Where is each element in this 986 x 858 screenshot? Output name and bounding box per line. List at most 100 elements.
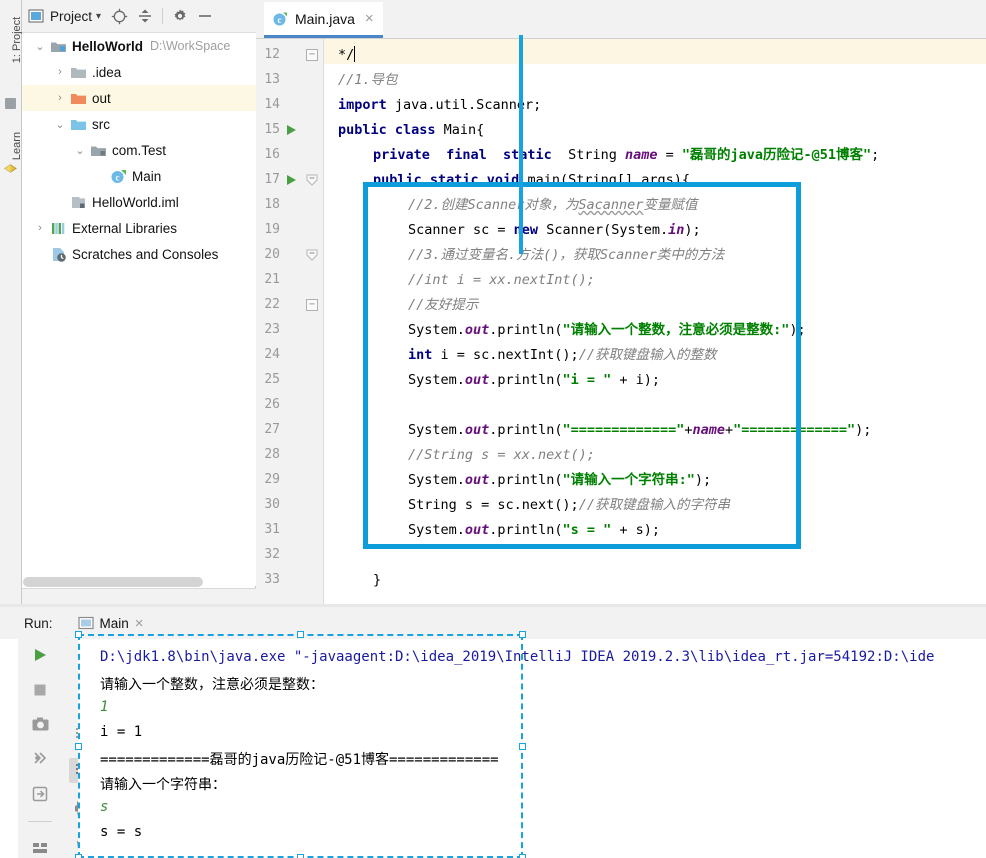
tree-row-helloworld[interactable]: ⌄ HelloWorld D:\WorkSpace xyxy=(22,33,256,59)
console-output[interactable]: D:\jdk1.8\bin\java.exe "-javaagent:D:\id… xyxy=(78,639,986,858)
gutter-lines: 12 − 13 14 15 16 17 18 19 20 21 22 − 23 24 25 26 27 28 29 30… xyxy=(256,39,324,604)
close-icon[interactable]: × xyxy=(135,615,144,632)
code-token: "i = " xyxy=(562,372,612,388)
tree-row-scratches-and-consoles[interactable]: Scratches and Consoles xyxy=(22,241,256,267)
layout-icon[interactable] xyxy=(27,837,53,858)
chevron-down-icon[interactable]: ⌄ xyxy=(52,118,68,131)
code-token: System. xyxy=(408,422,465,438)
export-icon[interactable] xyxy=(27,784,53,805)
line-number: 23 xyxy=(264,322,280,337)
hide-panel-icon[interactable] xyxy=(197,8,213,24)
gutter-line-13[interactable]: 13 xyxy=(256,68,324,93)
console-line: 1 xyxy=(100,699,109,715)
selection-handle-bm[interactable] xyxy=(297,854,304,858)
gutter-line-12[interactable]: 12 − xyxy=(256,43,324,68)
folder-icon-blue xyxy=(68,116,88,133)
code-line-25: System.out.println("i = " + i); xyxy=(408,368,660,393)
chevron-right-icon[interactable]: › xyxy=(52,92,68,104)
project-panel-footer xyxy=(22,588,256,604)
tree-row-external-libraries[interactable]: › External Libraries xyxy=(22,215,256,241)
code-token: ); xyxy=(789,322,806,338)
tab-main-java[interactable]: c Main.java × xyxy=(264,2,383,38)
toggle-tasks-icon[interactable] xyxy=(27,749,53,770)
line-number: 22 xyxy=(264,297,280,312)
module-icon xyxy=(48,38,68,55)
gutter-line-30[interactable]: 30 xyxy=(256,493,324,518)
code-token: name xyxy=(624,147,658,163)
fold-collapse-icon[interactable]: − xyxy=(306,49,318,61)
tree-item-label: .idea xyxy=(92,64,122,80)
tree-row-helloworld-iml[interactable]: HelloWorld.iml xyxy=(22,189,256,215)
rerun-icon[interactable] xyxy=(27,645,53,666)
tree-item-label: Scratches and Consoles xyxy=(72,246,219,262)
project-view-icon[interactable] xyxy=(28,8,44,24)
gutter-line-18[interactable]: 18 xyxy=(256,193,324,218)
selection-handle-mr[interactable] xyxy=(519,743,526,750)
gutter-line-21[interactable]: 21 xyxy=(256,268,324,293)
gutter-line-24[interactable]: 24 xyxy=(256,343,324,368)
line-number: 24 xyxy=(264,347,280,362)
selection-handle-tr[interactable] xyxy=(519,631,526,638)
gutter-line-27[interactable]: 27 xyxy=(256,418,324,443)
gutter-line-19[interactable]: 19 xyxy=(256,218,324,243)
chevron-down-icon[interactable]: ⌄ xyxy=(32,40,48,53)
learn-icon[interactable] xyxy=(3,160,18,175)
screenshot-icon[interactable] xyxy=(27,714,53,735)
project-horizontal-scrollbar[interactable] xyxy=(23,577,203,587)
fold-region-icon[interactable] xyxy=(306,249,318,261)
chevron-down-icon[interactable]: ⌄ xyxy=(72,144,88,157)
tree-row-com-test[interactable]: ⌄ com.Test xyxy=(22,137,256,163)
code-line-16: private final static String name = "磊哥的j… xyxy=(373,143,879,168)
code-token: out xyxy=(464,422,490,438)
selection-handle-bl[interactable] xyxy=(75,854,82,858)
chevron-down-icon[interactable]: ▾ xyxy=(96,11,101,22)
gutter-line-15[interactable]: 15 xyxy=(256,118,324,143)
project-panel-title[interactable]: Project ▾ xyxy=(50,9,101,24)
gutter-line-33[interactable]: 33 xyxy=(256,568,324,593)
tree-row-out[interactable]: › out xyxy=(22,85,256,111)
gutter-line-32[interactable]: 32 xyxy=(256,543,324,568)
fold-region-icon[interactable] xyxy=(306,174,318,186)
selection-handle-tl[interactable] xyxy=(75,631,82,638)
chevron-right-icon[interactable]: › xyxy=(52,66,68,78)
project-tree[interactable]: ⌄ HelloWorld D:\WorkSpace › .idea › out ⌄ src ⌄ co… xyxy=(22,33,256,586)
gutter-line-26[interactable]: 26 xyxy=(256,393,324,418)
selection-handle-br[interactable] xyxy=(519,854,526,858)
gutter-line-25[interactable]: 25 xyxy=(256,368,324,393)
gutter-line-14[interactable]: 14 xyxy=(256,93,324,118)
collapse-all-icon[interactable] xyxy=(137,8,153,24)
gutter-line-17[interactable]: 17 xyxy=(256,168,324,193)
run-gutter-icon[interactable] xyxy=(287,175,296,185)
close-icon[interactable]: × xyxy=(365,10,374,27)
gutter-line-16[interactable]: 16 xyxy=(256,143,324,168)
gutter-line-31[interactable]: 31 xyxy=(256,518,324,543)
stop-icon[interactable] xyxy=(27,680,53,701)
gutter-line-29[interactable]: 29 xyxy=(256,468,324,493)
gutter-line-23[interactable]: 23 xyxy=(256,318,324,343)
scratches-icon xyxy=(48,246,68,263)
tree-row-idea[interactable]: › .idea xyxy=(22,59,256,85)
line-number: 26 xyxy=(264,397,280,412)
chevron-right-icon[interactable]: › xyxy=(32,222,48,234)
tree-item-label: HelloWorld xyxy=(72,38,144,54)
code-editor[interactable]: 12 − 13 14 15 16 17 18 19 20 21 22 − 23 24 25 26 27 28 29 30… xyxy=(256,39,986,604)
selection-handle-ml[interactable] xyxy=(75,743,82,750)
ide-window: 1: Project Learn 7: Structure Favorites … xyxy=(0,0,986,858)
gutter-line-20[interactable]: 20 xyxy=(256,243,324,268)
code-token: out xyxy=(464,472,490,488)
settings-gear-icon[interactable] xyxy=(172,8,188,24)
tree-row-src[interactable]: ⌄ src xyxy=(22,111,256,137)
run-tab-main[interactable]: Main × xyxy=(77,615,144,632)
selection-handle-tm[interactable] xyxy=(297,631,304,638)
fold-collapse-icon[interactable]: − xyxy=(306,299,318,311)
tree-row-main[interactable]: c Main xyxy=(22,163,256,189)
run-tab-label: Main xyxy=(99,615,129,631)
run-gutter-icon[interactable] xyxy=(287,125,296,135)
gutter-line-22[interactable]: 22 − xyxy=(256,293,324,318)
code-token: String xyxy=(551,147,625,163)
capture-guide-bar xyxy=(519,35,523,254)
code-token: out xyxy=(464,522,490,538)
code-token: "=============" xyxy=(733,422,856,438)
locate-icon[interactable] xyxy=(111,8,128,25)
gutter-line-28[interactable]: 28 xyxy=(256,443,324,468)
